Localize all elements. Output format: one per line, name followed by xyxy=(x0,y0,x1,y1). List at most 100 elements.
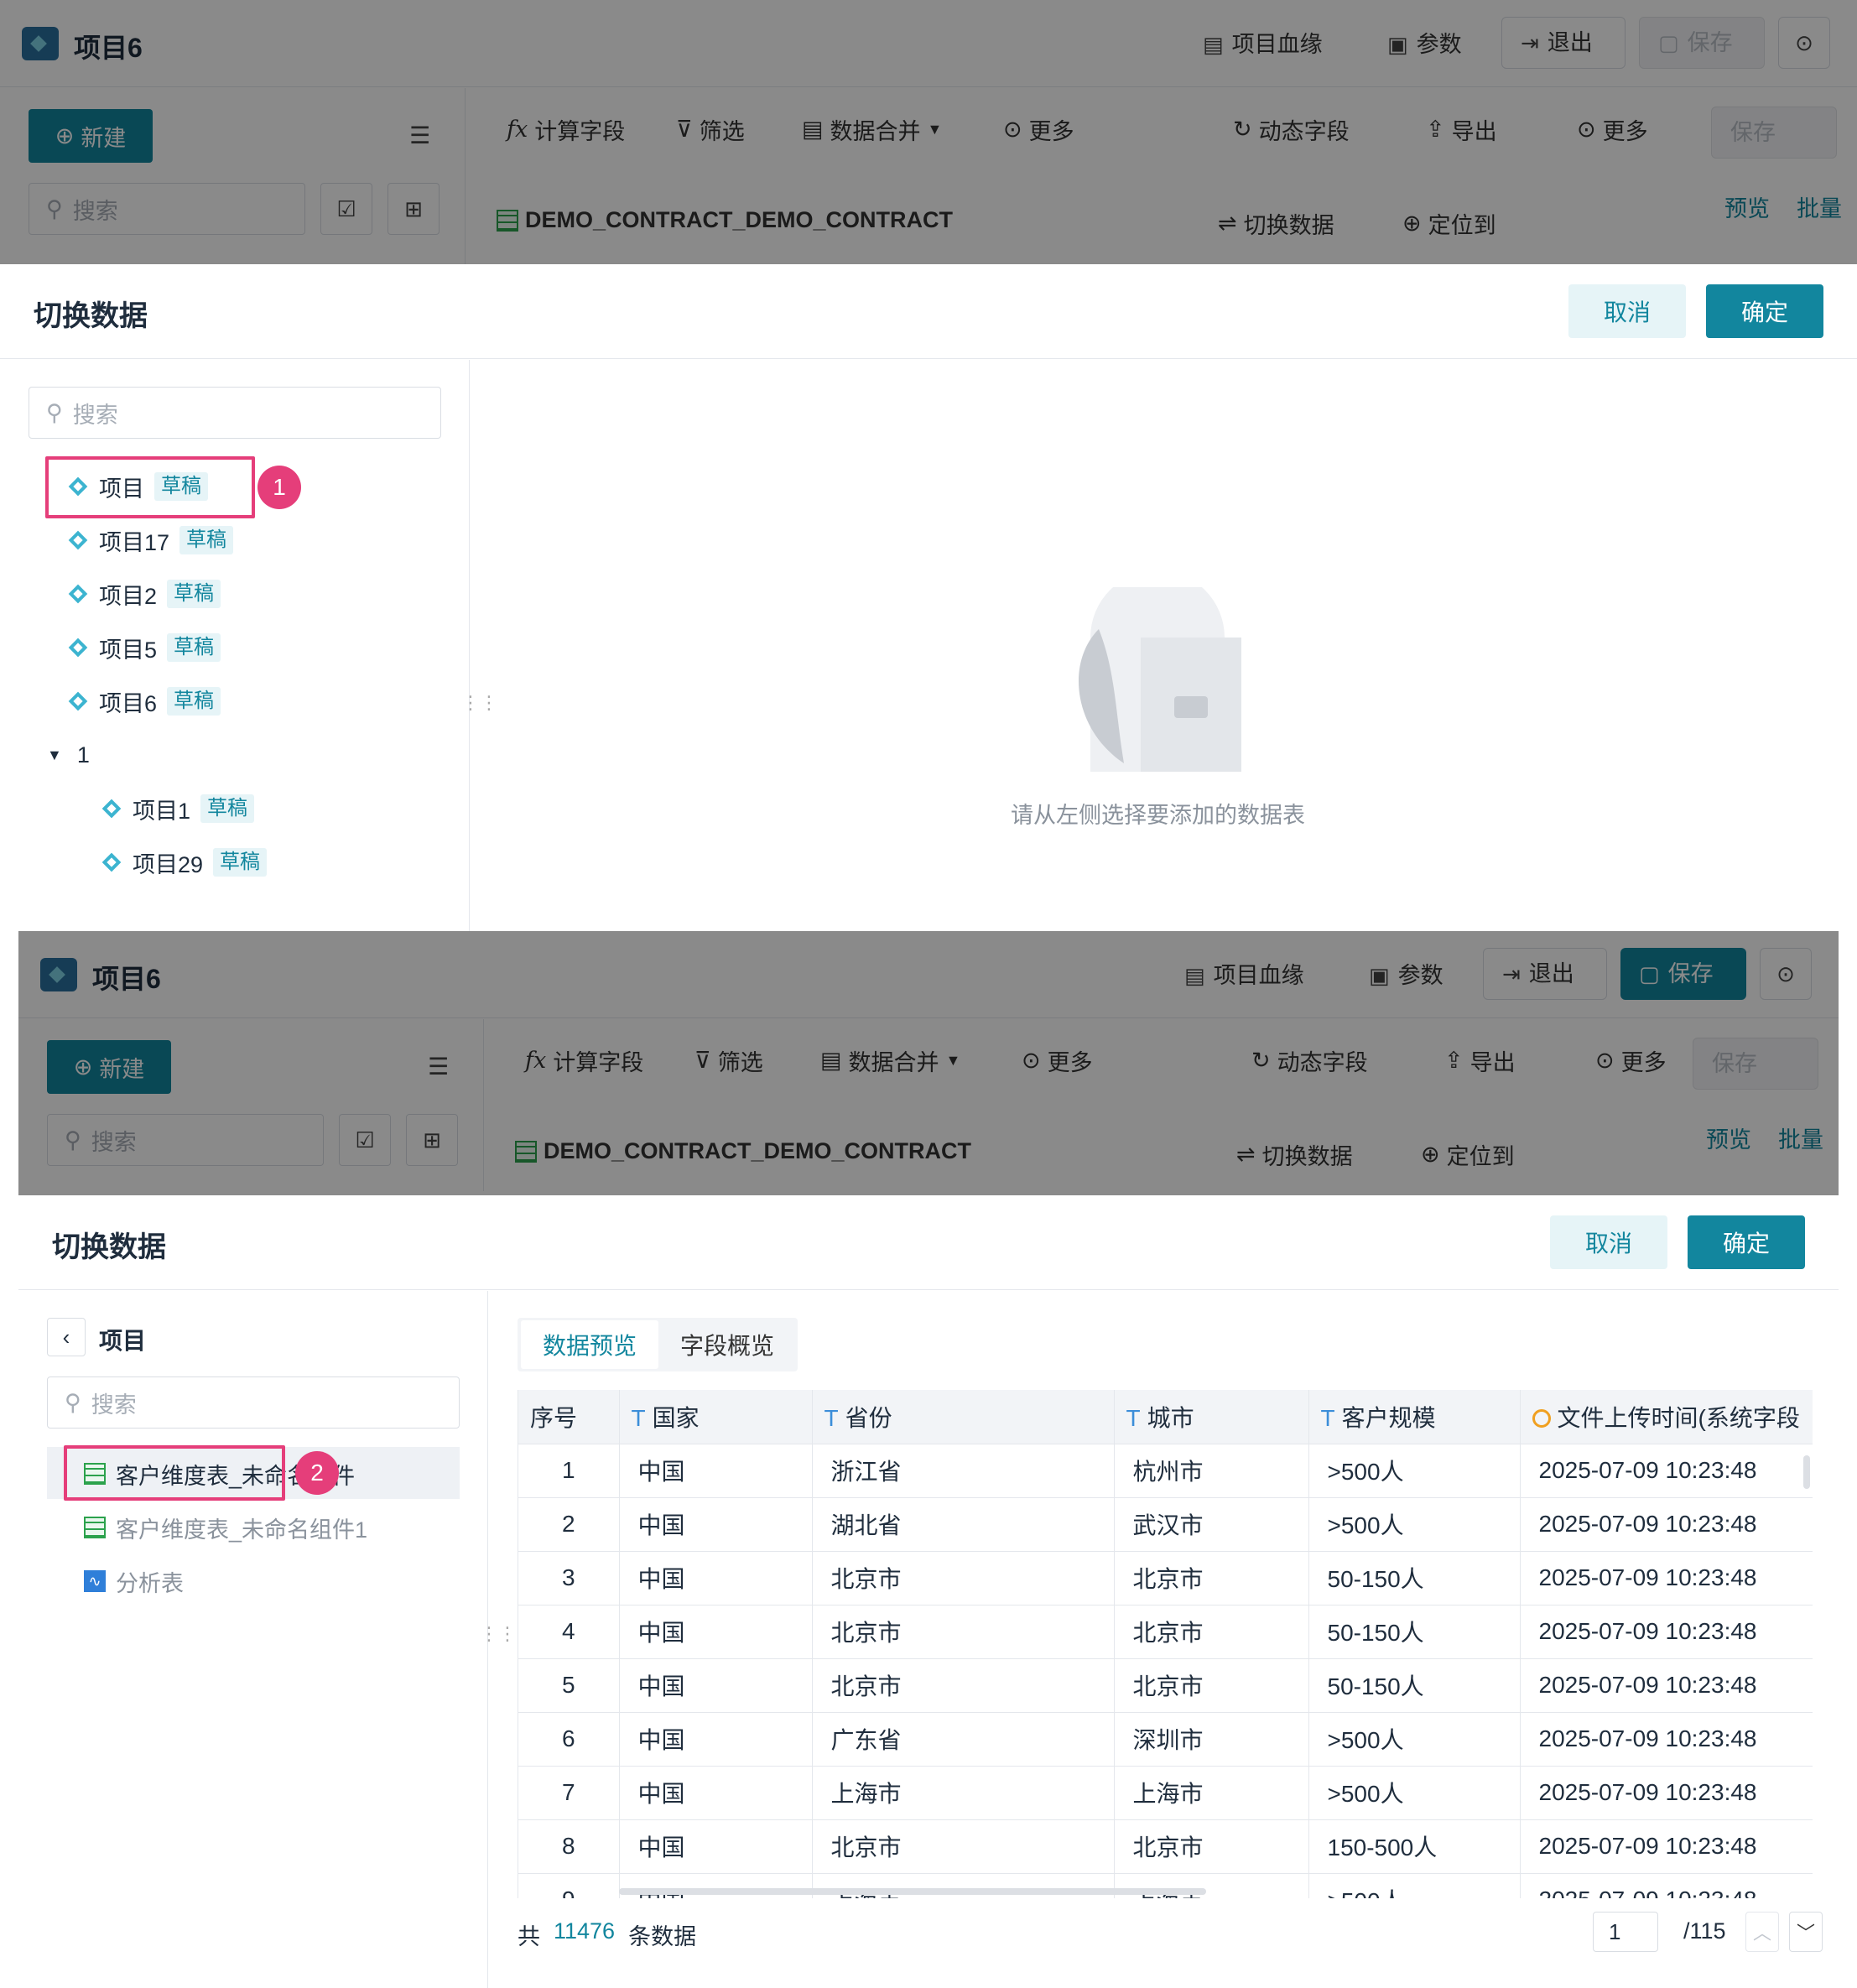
column-header[interactable]: T 城市 xyxy=(1114,1390,1309,1444)
table-cell: 中国 xyxy=(619,1712,813,1767)
table-cell: 2 xyxy=(518,1497,620,1552)
table-cell: 8 xyxy=(518,1819,620,1874)
table-cell: 2025-07-09 10:23:48 xyxy=(1520,1873,1813,1898)
table-cell: 广东省 xyxy=(812,1712,1115,1767)
data-preview-table: 序号 T 国家 T 省份 T 城市 T 客户规模 文件上传时间(系统字段 1 中国 浙江省杭… xyxy=(518,1390,1813,1898)
highlight-box-2 xyxy=(64,1445,285,1501)
table-cell: 2025-07-09 10:23:48 xyxy=(1520,1551,1813,1605)
tree-item-project29[interactable]: 项目29 草稿 xyxy=(101,839,268,886)
table-cell: 上海市 xyxy=(1114,1766,1309,1820)
table-cell: 中国 xyxy=(619,1658,813,1713)
back-button[interactable]: ‹ xyxy=(47,1318,86,1356)
search-icon: ⚲ xyxy=(46,399,63,425)
vertical-scrollbar[interactable] xyxy=(1803,1455,1810,1489)
modal-backdrop xyxy=(0,0,1857,264)
tree-search-input[interactable]: ⚲ 搜索 xyxy=(29,387,441,439)
table-cell: 6 xyxy=(518,1712,620,1767)
tree-item-project2[interactable]: 项目2 草稿 xyxy=(67,570,221,617)
table-cell: 浙江省 xyxy=(812,1444,1115,1498)
record-count-value: 11476 xyxy=(554,1918,616,1944)
table-search-input[interactable]: ⚲ 搜索 xyxy=(47,1377,460,1429)
table-item-customer-dim-1[interactable]: 客户维度表_未命名组件1 xyxy=(84,1504,367,1551)
table-cell: 3 xyxy=(518,1551,620,1605)
table-row[interactable]: 4 中国 北京市 北京市 50-150人 2025-07-09 10:23:48 xyxy=(518,1605,1813,1659)
column-header[interactable]: 序号 xyxy=(518,1390,620,1444)
table-cell: 北京市 xyxy=(1114,1551,1309,1605)
chevron-left-icon: ‹ xyxy=(62,1324,70,1350)
table-header-row: 序号 T 国家 T 省份 T 城市 T 客户规模 文件上传时间(系统字段 xyxy=(518,1390,1813,1444)
table-cell: 4 xyxy=(518,1605,620,1659)
caret-down-icon: ▼ xyxy=(47,746,62,763)
table-cell: 中国 xyxy=(619,1766,813,1820)
prev-page-button[interactable]: ︿ xyxy=(1745,1912,1779,1952)
table-cell: 7 xyxy=(518,1766,620,1820)
column-header[interactable]: T 客户规模 xyxy=(1308,1390,1521,1444)
table-cell: 武汉市 xyxy=(1114,1497,1309,1552)
cancel-button[interactable]: 取消 xyxy=(1568,284,1686,338)
draft-badge: 草稿 xyxy=(167,687,221,716)
project-icon xyxy=(67,529,89,551)
table-cell: 50-150人 xyxy=(1308,1605,1521,1659)
table-row[interactable]: 3 中国 北京市 北京市 50-150人 2025-07-09 10:23:48 xyxy=(518,1551,1813,1605)
table-cell: 50-150人 xyxy=(1308,1551,1521,1605)
table-cell: 北京市 xyxy=(812,1819,1115,1874)
tab-data-preview[interactable]: 数据预览 xyxy=(521,1320,658,1369)
project-icon xyxy=(101,851,122,873)
draft-badge: 草稿 xyxy=(213,848,268,877)
grid-table-icon xyxy=(84,1517,106,1538)
table-cell: 2025-07-09 10:23:48 xyxy=(1520,1712,1813,1767)
column-header[interactable]: 文件上传时间(系统字段 xyxy=(1520,1390,1813,1444)
screenshot-panel-1: 项目6 ▤ 项目血缘 ▣ 参数 ⇥ 退出 ▢ 保存 ⊙ ⊕ 新建 ☰ ⚲ 搜索 ☑ ⊞ fx… xyxy=(0,0,1857,1053)
total-pages: /115 xyxy=(1683,1918,1726,1944)
table-row[interactable]: 6 中国 广东省 深圳市 >500人 2025-07-09 10:23:48 xyxy=(518,1712,1813,1767)
table-cell: 2025-07-09 10:23:48 xyxy=(1520,1766,1813,1820)
confirm-button[interactable]: 确定 xyxy=(1688,1215,1805,1269)
table-cell: 1 xyxy=(518,1444,620,1498)
text-type-icon: T xyxy=(631,1404,646,1431)
table-cell: 2025-07-09 10:23:48 xyxy=(1520,1605,1813,1659)
search-icon: ⚲ xyxy=(65,1389,81,1415)
table-cell: 2025-07-09 10:23:48 xyxy=(1520,1444,1813,1498)
step-badge-1: 1 xyxy=(257,466,301,509)
tree-folder-1[interactable]: ▼ 1 xyxy=(47,731,90,778)
table-cell: 深圳市 xyxy=(1114,1712,1309,1767)
table-cell: >500人 xyxy=(1308,1712,1521,1767)
project-icon xyxy=(67,690,89,712)
highlight-box-1 xyxy=(45,456,255,518)
table-cell: 中国 xyxy=(619,1605,813,1659)
empty-text: 请从左侧选择要添加的数据表 xyxy=(1011,803,1305,828)
table-row[interactable]: 1 中国 浙江省 杭州市 >500人 2025-07-09 10:23:48 xyxy=(518,1444,1813,1498)
tree-item-project1[interactable]: 项目1 草稿 xyxy=(101,785,255,832)
table-row[interactable]: 8 中国 北京市 北京市 150-500人 2025-07-09 10:23:48 xyxy=(518,1819,1813,1874)
table-cell: 北京市 xyxy=(1114,1819,1309,1874)
column-header[interactable]: T 省份 xyxy=(812,1390,1115,1444)
project-icon xyxy=(67,583,89,605)
table-cell: 9 xyxy=(518,1873,620,1898)
column-header[interactable]: T 国家 xyxy=(619,1390,813,1444)
table-cell: 中国 xyxy=(619,1819,813,1874)
dialog-header: 切换数据 取消 确定 xyxy=(18,1195,1839,1290)
table-row[interactable]: 2 中国 湖北省 武汉市 >500人 2025-07-09 10:23:48 xyxy=(518,1497,1813,1552)
tree-item-project5[interactable]: 项目5 草稿 xyxy=(67,624,221,671)
confirm-button[interactable]: 确定 xyxy=(1706,284,1823,338)
horizontal-scrollbar[interactable] xyxy=(619,1888,1206,1895)
table-cell: 50-150人 xyxy=(1308,1658,1521,1713)
table-cell: 2025-07-09 10:23:48 xyxy=(1520,1658,1813,1713)
draft-badge: 草稿 xyxy=(179,526,234,554)
tree-item-project6[interactable]: 项目6 草稿 xyxy=(67,678,221,725)
cancel-button[interactable]: 取消 xyxy=(1550,1215,1667,1269)
next-page-button[interactable]: ﹀ xyxy=(1789,1912,1823,1952)
table-row[interactable]: 7 中国 上海市 上海市 >500人 2025-07-09 10:23:48 xyxy=(518,1766,1813,1820)
tree-item-project17[interactable]: 项目17 草稿 xyxy=(67,517,234,564)
table-item-analysis[interactable]: ∿ 分析表 xyxy=(84,1558,184,1605)
page-input[interactable]: 1 xyxy=(1593,1912,1658,1952)
table-cell: 中国 xyxy=(619,1444,813,1498)
table-row[interactable]: 5 中国 北京市 北京市 50-150人 2025-07-09 10:23:48 xyxy=(518,1658,1813,1713)
text-type-icon: T xyxy=(1126,1404,1141,1431)
project-icon xyxy=(101,798,122,820)
table-viewport: 序号 T 国家 T 省份 T 城市 T 客户规模 文件上传时间(系统字段 1 中国 浙江省杭… xyxy=(518,1390,1813,1898)
resize-handle[interactable]: ⋮⋮ xyxy=(461,692,498,714)
chart-table-icon: ∿ xyxy=(84,1570,106,1592)
tab-field-overview[interactable]: 字段概览 xyxy=(658,1320,796,1369)
draft-badge: 草稿 xyxy=(200,794,255,823)
